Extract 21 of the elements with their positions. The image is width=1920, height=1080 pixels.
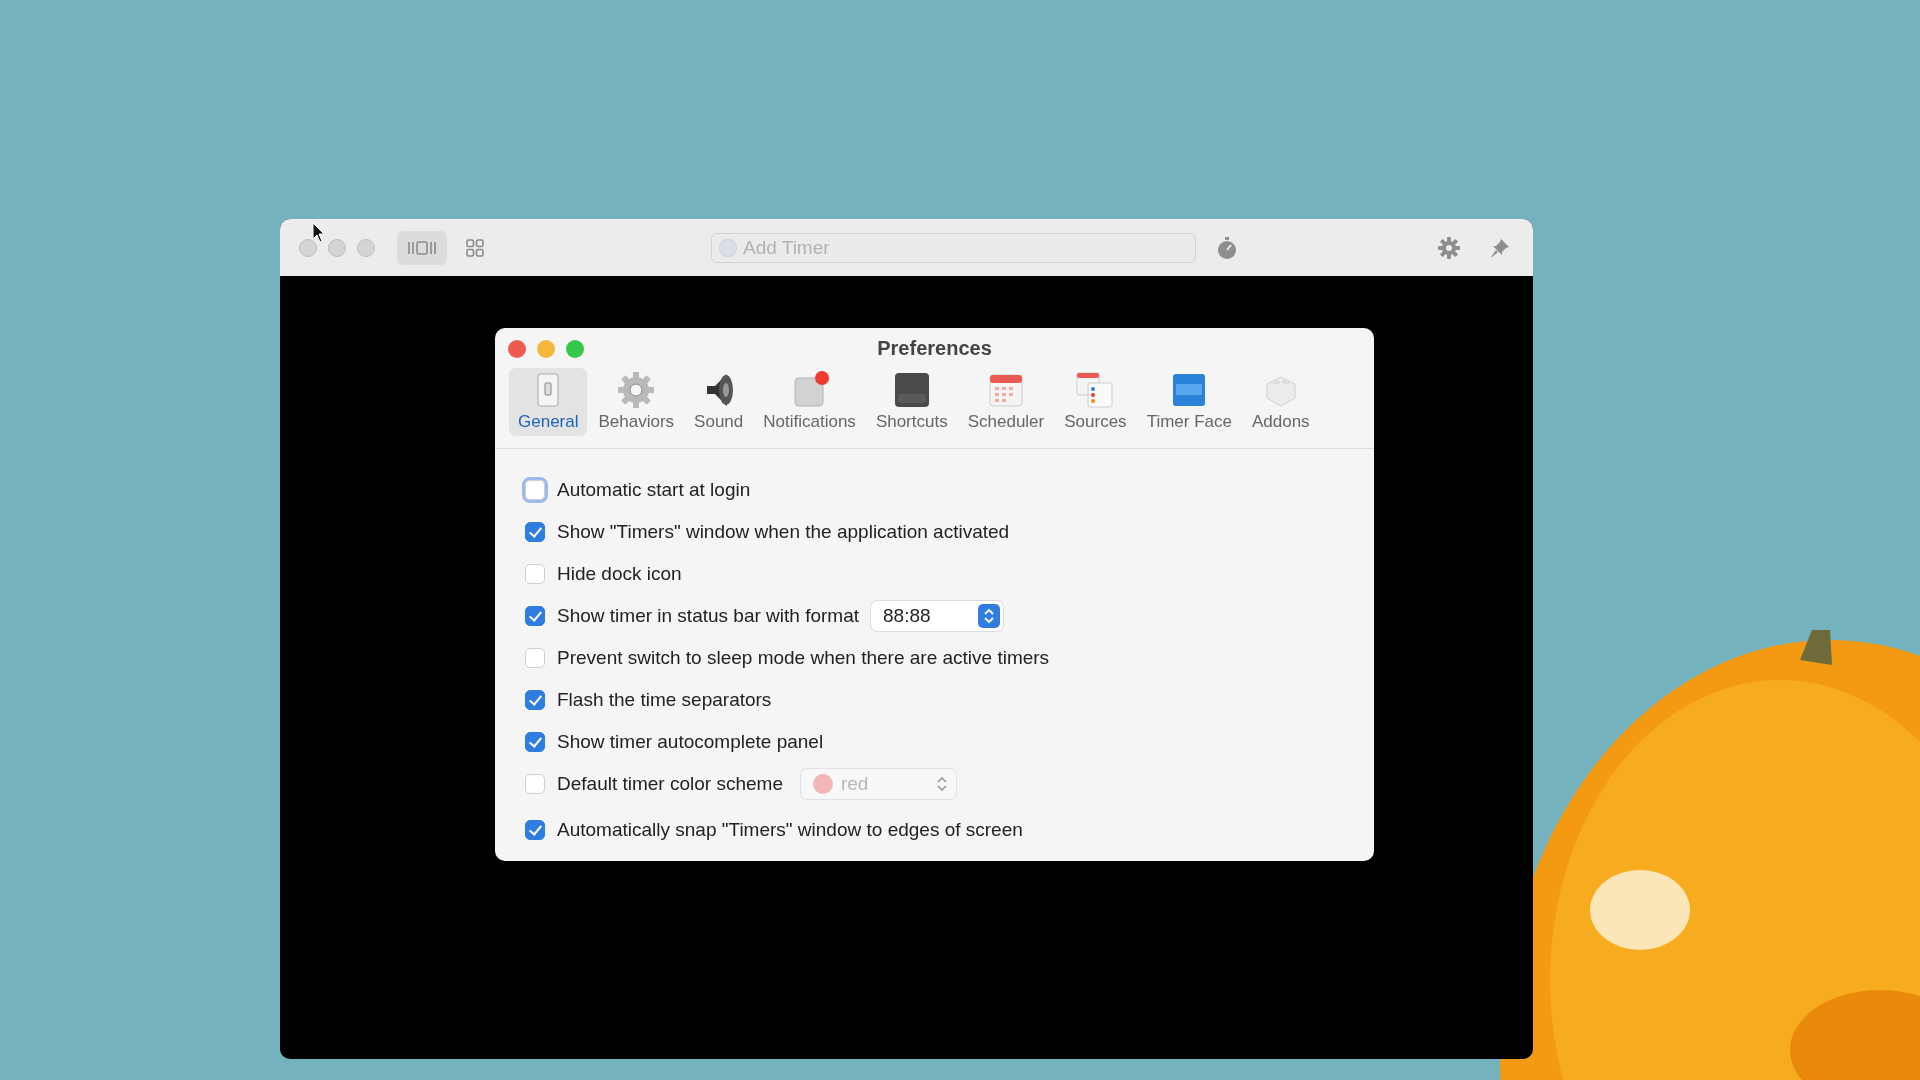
option-label: Hide dock icon	[557, 563, 682, 585]
add-timer-field[interactable]: Add Timer	[711, 232, 1196, 263]
option-label: Default timer color scheme	[557, 773, 783, 795]
option-label: Show "Timers" window when the application activated	[557, 521, 1010, 543]
preference-tab[interactable]: General	[509, 368, 588, 436]
preference-tab[interactable]: Timer Face	[1137, 368, 1241, 436]
preference-tab[interactable]: Shortcuts	[866, 368, 957, 436]
option-label: Prevent switch to sleep mode when there are active timers	[557, 647, 1050, 669]
option-label: Show timer autocomplete panel	[557, 731, 824, 753]
preference-tab[interactable]: Notifications	[754, 368, 865, 436]
option-label: Automatic start at login	[557, 479, 751, 501]
preference-tab[interactable]: Behaviors	[589, 368, 684, 436]
option-label: Flash the time separators	[557, 689, 772, 711]
dialog-title: Preferences	[877, 336, 992, 360]
format-select[interactable]: 88:88	[871, 601, 1003, 631]
preference-tab[interactable]: Sound	[685, 368, 753, 436]
preference-tab[interactable]: Scheduler	[958, 368, 1054, 436]
option-label: Show timer in status bar with format	[557, 605, 859, 627]
preference-tab[interactable]: Sources	[1055, 368, 1136, 436]
preference-tab[interactable]: Addons	[1242, 368, 1319, 436]
option-label: Automatically snap "Timers" window to edges of screen	[557, 819, 1023, 841]
